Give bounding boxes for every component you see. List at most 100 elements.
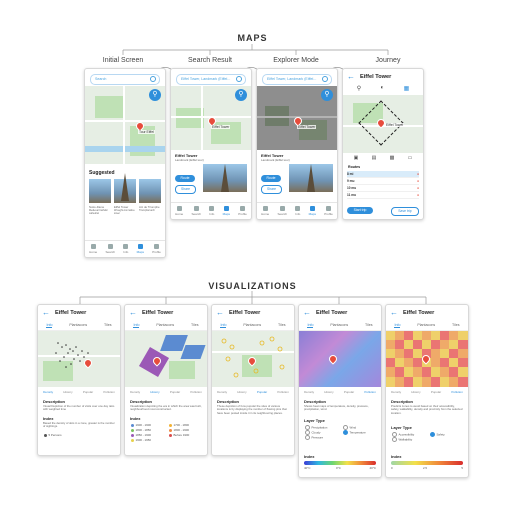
map-view[interactable]: Tour Eiffel ⚲ [85,86,165,164]
tab-info[interactable]: Info [123,244,128,254]
bike-mode-icon[interactable]: ◐ [381,85,385,93]
subtab-pollution[interactable]: Pollution [277,390,289,394]
start-trip-button[interactable]: Start trip [347,207,373,214]
map-icon [223,206,229,211]
route-row-2[interactable]: 9 mu ● [347,178,419,185]
subtab-pollution[interactable]: Pollution [190,390,202,394]
walk-icon[interactable]: ⚲ [235,89,247,101]
top-tabs: Info Plantacons Tiles [125,320,207,331]
subtab-history[interactable]: History [411,390,420,394]
subtab-pollution[interactable]: Pollution [103,390,115,394]
map-view[interactable]: Eiffel Tower ⚲ [171,86,251,150]
subtab-density[interactable]: Density [304,390,314,394]
history-map[interactable] [125,331,207,387]
share-button[interactable]: Share [175,185,196,194]
tab-tiles[interactable]: Tiles [365,323,372,327]
route-row-1[interactable]: 8 mi ● [347,171,419,178]
bus-mode-icon[interactable]: ▦ [404,85,410,93]
route-map-view[interactable]: Eiffel Tower [343,95,423,153]
pin-label: Tour Eiffel [138,130,156,134]
route-button[interactable]: Route [175,175,195,182]
route-row-3[interactable]: 10 mu ● [347,185,419,192]
layer-option-walkability[interactable]: Walkability [392,437,412,442]
car-icon[interactable]: ▩ [390,155,395,163]
share-button[interactable]: Share [261,185,282,194]
tab-search[interactable]: Search [105,244,115,254]
search-input[interactable]: Search [90,74,160,85]
subtab-history[interactable]: History [63,390,72,394]
route-button[interactable]: Route [261,175,281,182]
route-row-4[interactable]: 11 mu ● [347,192,419,199]
location-pin-icon[interactable] [327,353,339,365]
tab-info[interactable]: Info [307,323,314,328]
subtab-history[interactable]: History [237,390,246,394]
subtab-density[interactable]: Density [130,390,140,394]
tab-home[interactable]: Home [89,244,97,254]
tab-maps[interactable]: Maps [223,206,230,216]
back-arrow-icon[interactable]: ← [390,308,398,317]
layer-option-safety[interactable]: Safety [430,432,445,437]
subtab-density[interactable]: Density [43,390,53,394]
satellite-map-view[interactable]: Eiffel Tower ⚲ [257,86,337,150]
tab-info[interactable]: Info [209,206,214,216]
map-icon [309,206,315,211]
tab-info[interactable]: Info [295,206,300,216]
subtab-history[interactable]: History [150,390,159,394]
back-arrow-icon[interactable]: ← [347,72,355,81]
tab-info[interactable]: Info [394,323,401,328]
tab-search[interactable]: Search [277,206,287,216]
subtab-density[interactable]: Density [391,390,401,394]
tab-profile[interactable]: Profile [238,206,247,216]
tab-profile[interactable]: Profile [324,206,333,216]
search-input[interactable]: Eiffel Tower, Landmark (Eiffel... [176,74,246,85]
taxi-icon[interactable]: ▭ [408,155,413,163]
tab-tiles[interactable]: Tiles [104,323,111,327]
back-arrow-icon[interactable]: ← [303,308,311,317]
tab-profile[interactable]: Profile [152,244,161,254]
layer-option-temperature[interactable]: Temperature [343,430,366,435]
layer-option-pressure[interactable]: Pressure [305,435,323,440]
subtab-history[interactable]: History [324,390,333,394]
temperature-heatmap[interactable] [299,331,381,387]
suggestion-photo-1[interactable] [89,179,111,203]
subtab-density[interactable]: Density [217,390,227,394]
popular-map[interactable] [212,331,294,387]
subtab-pollution[interactable]: Pollution [364,390,376,394]
tab-plantacons[interactable]: Plantacons [69,323,87,327]
tab-info[interactable]: Info [46,323,53,328]
tab-plantacons[interactable]: Plantacons [417,323,435,327]
tab-tiles[interactable]: Tiles [278,323,285,327]
suggestion-photo-3[interactable] [139,179,161,203]
search-input[interactable]: Eiffel Tower, Landmark (Eiffel... [262,74,332,85]
walk-icon[interactable]: ⚲ [321,89,333,101]
tab-plantacons[interactable]: Plantacons [243,323,261,327]
metro-icon[interactable]: ▣ [354,155,359,163]
subtab-popular[interactable]: Popular [257,390,267,394]
subtab-popular[interactable]: Popular [431,390,441,394]
walk-icon[interactable]: ⚲ [149,89,161,101]
tab-tiles[interactable]: Tiles [452,323,459,327]
back-arrow-icon[interactable]: ← [42,308,50,317]
back-arrow-icon[interactable]: ← [129,308,137,317]
tab-info[interactable]: Info [220,323,227,328]
subtab-popular[interactable]: Popular [83,390,93,394]
subtab-popular[interactable]: Popular [344,390,354,394]
tab-tiles[interactable]: Tiles [191,323,198,327]
save-trip-button[interactable]: Save trip [391,207,419,216]
tab-maps[interactable]: Maps [309,206,316,216]
walk-mode-icon[interactable]: ⚲ [357,85,361,93]
subtab-popular[interactable]: Popular [170,390,180,394]
tab-plantacons[interactable]: Plantacons [330,323,348,327]
subtab-pollution[interactable]: Pollution [451,390,463,394]
tab-plantacons[interactable]: Plantacons [156,323,174,327]
tab-search[interactable]: Search [191,206,201,216]
zones-grid-map[interactable] [386,331,468,387]
tab-home[interactable]: Home [175,206,183,216]
tab-home[interactable]: Home [261,206,269,216]
tab-maps[interactable]: Maps [137,244,144,254]
train-icon[interactable]: ▤ [372,155,377,163]
suggestion-photo-2[interactable] [114,173,136,203]
tab-info[interactable]: Info [133,323,140,328]
density-map[interactable] [38,331,120,387]
back-arrow-icon[interactable]: ← [216,308,224,317]
